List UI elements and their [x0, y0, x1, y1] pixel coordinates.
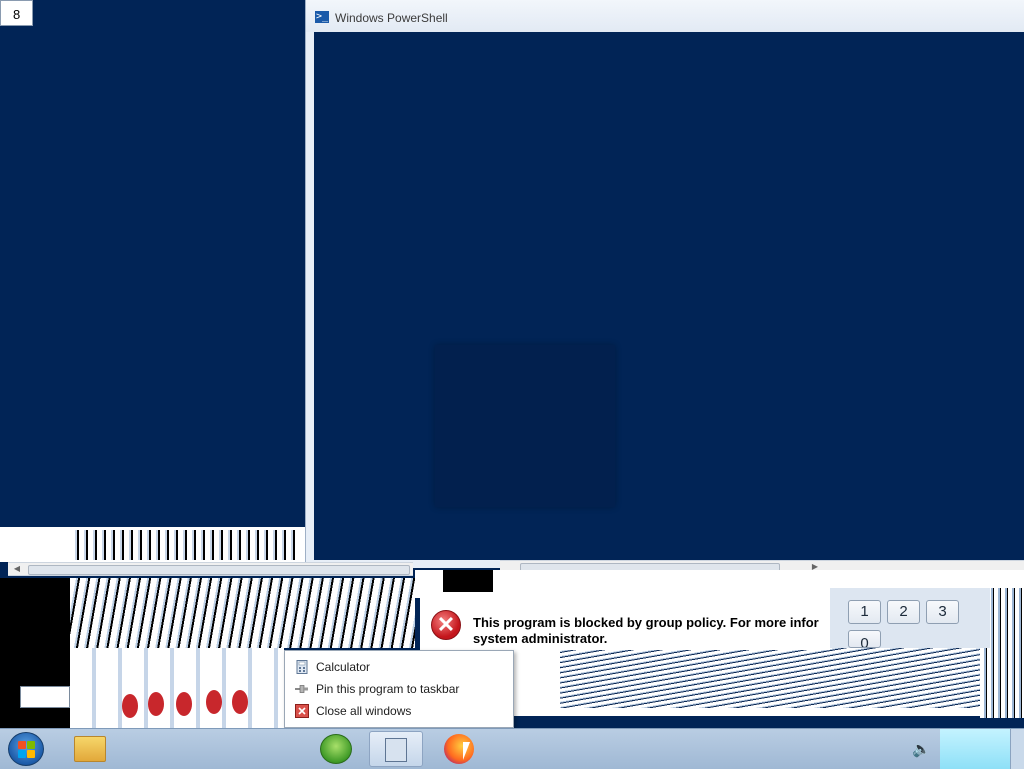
- taskbar: 🔈: [0, 728, 1024, 769]
- error-message-line1: This program is blocked by group policy.…: [473, 615, 819, 630]
- mouse-cursor: [463, 742, 470, 760]
- jumplist-label: Pin this program to taskbar: [316, 682, 460, 696]
- calculator-taskbar-button[interactable]: [369, 731, 423, 767]
- calculator-icon: [385, 738, 407, 762]
- start-button[interactable]: [8, 732, 44, 766]
- powershell-icon: >_: [315, 11, 329, 23]
- calculator-keypad: 1 2 3 0: [830, 588, 990, 648]
- jumplist-item-close-all[interactable]: Close all windows: [285, 700, 513, 722]
- media-center-icon[interactable]: [320, 734, 352, 764]
- powershell-console[interactable]: [314, 32, 1024, 560]
- calc-key-0[interactable]: 0: [848, 630, 881, 648]
- left-horizontal-scrollbar[interactable]: ◀: [8, 562, 413, 576]
- window-title: Windows PowerShell: [335, 11, 448, 25]
- small-text-field[interactable]: [20, 686, 70, 708]
- ghost-window-shadow: [435, 345, 615, 507]
- calculator-display: 8: [0, 0, 33, 26]
- error-icon: [122, 694, 138, 718]
- error-icon: [176, 692, 192, 716]
- close-windows-icon: [295, 704, 309, 718]
- jumplist-label: Calculator: [316, 660, 371, 674]
- error-icon: [232, 690, 248, 714]
- calc-key-3[interactable]: 3: [926, 600, 959, 624]
- glitch-diagonal-stripes: [70, 578, 415, 648]
- windows-explorer-icon[interactable]: [74, 736, 106, 762]
- error-icon: [148, 692, 164, 716]
- scroll-left-icon[interactable]: ◀: [10, 563, 24, 575]
- powershell-titlebar[interactable]: >_ Windows PowerShell: [306, 0, 1024, 32]
- group-policy-error-dialog: ✕ This program is blocked by group polic…: [420, 598, 830, 650]
- jumplist-item-pin[interactable]: Pin this program to taskbar: [285, 678, 513, 700]
- pin-icon: [295, 685, 308, 693]
- calculator-icon: [296, 660, 308, 674]
- glitch-wave-pattern: [560, 648, 980, 708]
- error-message: This program is blocked by group policy.…: [473, 615, 830, 647]
- jumplist-label: Close all windows: [316, 704, 412, 718]
- powershell-window[interactable]: >_ Windows PowerShell: [305, 0, 1024, 568]
- glitch-black-small: [443, 570, 493, 592]
- error-icon: [206, 690, 222, 714]
- windows-logo-icon: [18, 741, 36, 759]
- calc-key-1[interactable]: 1: [848, 600, 881, 624]
- console-background-left: [0, 0, 305, 527]
- error-message-line2: system administrator.: [473, 631, 608, 646]
- volume-icon[interactable]: 🔈: [912, 741, 934, 757]
- stacked-dialogs: [70, 648, 284, 728]
- glitch-stripes-top: [70, 530, 300, 560]
- taskbar-jump-list[interactable]: Calculator Pin this program to taskbar C…: [284, 650, 514, 728]
- jumplist-item-calculator[interactable]: Calculator: [285, 656, 513, 678]
- calc-key-2[interactable]: 2: [887, 600, 920, 624]
- show-desktop-button[interactable]: [940, 729, 1010, 769]
- scrollbar-thumb[interactable]: [28, 565, 410, 575]
- tray-edge: [1010, 729, 1024, 769]
- error-icon: ✕: [431, 610, 461, 640]
